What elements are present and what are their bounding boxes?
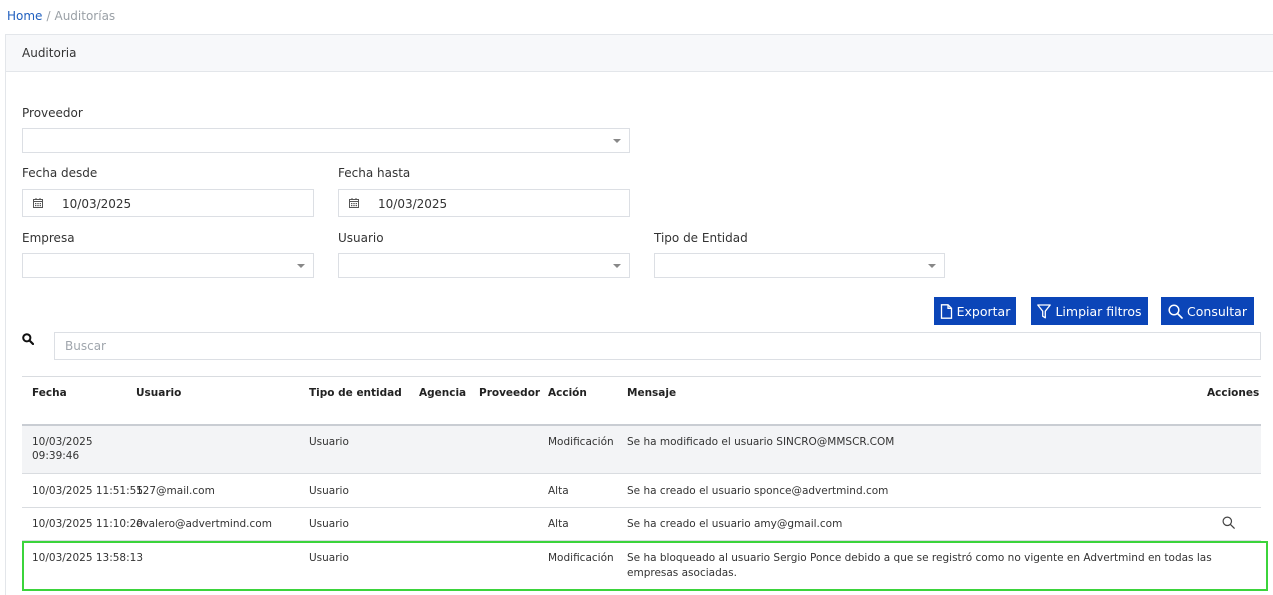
tipo-entidad-label: Tipo de Entidad <box>654 231 748 245</box>
header-proveedor[interactable]: Proveedor <box>479 387 540 399</box>
row2-tipo: Usuario <box>309 485 349 497</box>
card-title: Auditoria <box>6 35 1273 72</box>
header-fecha[interactable]: Fecha <box>32 387 67 399</box>
calendar-icon[interactable] <box>349 198 359 208</box>
file-icon <box>940 303 952 319</box>
row-divider <box>22 507 1261 508</box>
caret-down-icon <box>297 264 305 268</box>
header-usuario[interactable]: Usuario <box>136 387 181 399</box>
empresa-label: Empresa <box>22 231 75 245</box>
header-tipo-entidad[interactable]: Tipo de entidad <box>309 387 402 399</box>
usuario-select[interactable] <box>338 253 630 278</box>
consultar-button[interactable]: Consultar <box>1161 297 1254 325</box>
fecha-desde-value: 10/03/2025 <box>62 197 132 211</box>
header-acciones: Acciones <box>1207 387 1260 399</box>
filter-icon <box>1037 303 1052 318</box>
caret-down-icon <box>928 264 936 268</box>
search-input[interactable] <box>54 332 1261 360</box>
fecha-hasta-value: 10/03/2025 <box>378 197 448 211</box>
header-accion[interactable]: Acción <box>548 387 587 399</box>
row1-hora: 09:39:46 <box>32 450 80 462</box>
search-icon <box>1168 303 1183 319</box>
row4-accion: Modificación <box>548 552 614 564</box>
row3-usuario: evalero@advertmind.com <box>136 518 272 530</box>
exportar-label: Exportar <box>956 303 1011 319</box>
row4-mensaje-line2: empresas asociadas. <box>627 567 737 579</box>
row2-mensaje: Se ha creado el usuario sponce@advertmin… <box>627 485 889 497</box>
fecha-desde-input[interactable]: 10/03/2025 <box>22 189 314 217</box>
row4-fecha: 10/03/2025 13:58:13 <box>32 552 144 564</box>
row1-tipo: Usuario <box>309 436 349 448</box>
usuario-label: Usuario <box>338 231 384 245</box>
table-top-border <box>22 376 1261 377</box>
search-icon <box>22 333 34 345</box>
row4-tipo: Usuario <box>309 552 349 564</box>
breadcrumb-home-link[interactable]: Home <box>7 9 42 23</box>
fecha-hasta-label: Fecha hasta <box>338 166 411 180</box>
breadcrumb-separator: / <box>46 9 51 23</box>
row1-accion: Modificación <box>548 436 614 448</box>
consultar-label: Consultar <box>1187 303 1247 319</box>
row1-fecha: 10/03/2025 <box>32 436 93 448</box>
magnifier-icon[interactable] <box>1222 516 1235 529</box>
tipo-entidad-select[interactable] <box>654 253 945 278</box>
empresa-select[interactable] <box>22 253 314 278</box>
row2-fecha: 10/03/2025 11:51:55 <box>32 485 144 497</box>
row1-mensaje: Se ha modificado el usuario SINCRO@MMSCR… <box>627 436 895 448</box>
calendar-icon[interactable] <box>33 198 43 208</box>
breadcrumb-current: Auditorías <box>54 9 116 23</box>
exportar-button[interactable]: Exportar <box>934 297 1016 325</box>
row3-mensaje: Se ha creado el usuario amy@gmail.com <box>627 518 843 530</box>
row3-tipo: Usuario <box>309 518 349 530</box>
breadcrumb: Home / Auditorías <box>7 9 115 23</box>
header-agencia[interactable]: Agencia <box>419 387 466 399</box>
proveedor-label: Proveedor <box>22 106 83 120</box>
limpiar-filtros-label: Limpiar filtros <box>1055 303 1142 319</box>
fecha-desde-label: Fecha desde <box>22 166 98 180</box>
fecha-hasta-input[interactable]: 10/03/2025 <box>338 189 630 217</box>
proveedor-select[interactable] <box>22 128 630 153</box>
row-divider <box>22 473 1261 474</box>
header-mensaje[interactable]: Mensaje <box>627 387 676 399</box>
row4-mensaje-line1: Se ha bloqueado al usuario Sergio Ponce … <box>627 552 1212 564</box>
row3-accion: Alta <box>548 518 569 530</box>
caret-down-icon <box>613 139 621 143</box>
limpiar-filtros-button[interactable]: Limpiar filtros <box>1031 297 1148 325</box>
row3-fecha: 10/03/2025 11:10:20 <box>32 518 144 530</box>
row2-usuario: 127@mail.com <box>136 485 215 497</box>
caret-down-icon <box>613 264 621 268</box>
row2-accion: Alta <box>548 485 569 497</box>
